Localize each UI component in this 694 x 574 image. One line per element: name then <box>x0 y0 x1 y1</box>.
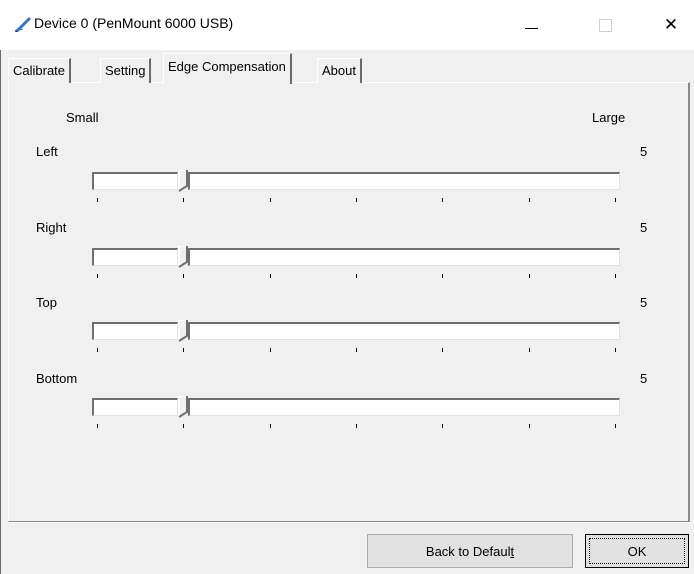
slider-right-label: Right <box>36 220 67 235</box>
slider-track-right <box>188 322 620 340</box>
slider-tick <box>356 198 357 202</box>
minimize-button[interactable] <box>508 0 554 50</box>
slider-track-right <box>188 248 620 266</box>
slider-tick <box>442 274 443 278</box>
slider-tick <box>442 348 443 352</box>
slider-tick <box>356 348 357 352</box>
slider-track-left <box>92 248 178 266</box>
slider-left-label: Left <box>36 144 58 159</box>
slider-top-label: Top <box>36 295 57 310</box>
slider-tick <box>97 198 98 202</box>
slider-bottom-label: Bottom <box>36 371 78 386</box>
slider-thumb[interactable] <box>178 170 188 192</box>
slider-left-value: 5 <box>640 144 648 159</box>
close-icon: ✕ <box>663 15 679 34</box>
slider-tick <box>529 348 530 352</box>
slider-tick <box>529 274 530 278</box>
pen-icon <box>14 17 31 32</box>
tab-setting[interactable]: Setting <box>100 58 152 83</box>
slider-tick <box>615 274 616 278</box>
slider-tick <box>529 198 530 202</box>
scale-small-label: Small <box>66 110 99 125</box>
scale-large-label: Large <box>592 110 626 125</box>
slider-tick <box>270 424 271 428</box>
window-title: Device 0 (PenMount 6000 USB) <box>34 15 234 31</box>
slider-bottom[interactable] <box>92 396 620 448</box>
slider-track-left <box>92 322 178 340</box>
focus-rect <box>589 538 685 564</box>
slider-tick <box>442 198 443 202</box>
slider-tick <box>97 348 98 352</box>
tab-calibrate[interactable]: Calibrate <box>8 58 72 83</box>
minimize-icon <box>524 27 538 29</box>
slider-right-value: 5 <box>640 220 648 235</box>
slider-top[interactable] <box>92 320 620 372</box>
slider-tick <box>270 348 271 352</box>
slider-track-left <box>92 172 178 190</box>
slider-thumb[interactable] <box>178 246 188 268</box>
slider-tick <box>442 424 443 428</box>
slider-tick <box>183 348 184 352</box>
slider-tick <box>183 198 184 202</box>
slider-tick <box>97 424 98 428</box>
window-border <box>0 50 1 574</box>
slider-track-right <box>188 398 620 416</box>
maximize-icon <box>598 18 612 32</box>
slider-tick <box>615 424 616 428</box>
tab-about[interactable]: About <box>317 58 362 83</box>
slider-top-value: 5 <box>640 295 648 310</box>
panel-divider <box>8 522 690 523</box>
slider-tick <box>270 198 271 202</box>
slider-tick <box>270 274 271 278</box>
maximize-button[interactable] <box>582 0 628 50</box>
slider-tick <box>97 274 98 278</box>
slider-right[interactable] <box>92 246 620 298</box>
slider-thumb[interactable] <box>178 396 188 418</box>
slider-track-right <box>188 172 620 190</box>
slider-tick <box>183 424 184 428</box>
close-button[interactable]: ✕ <box>648 0 694 50</box>
slider-tick <box>529 424 530 428</box>
slider-tick <box>615 348 616 352</box>
ok-button[interactable]: OK <box>585 534 689 568</box>
slider-thumb[interactable] <box>178 320 188 342</box>
tab-panel-edge-compensation <box>8 82 690 522</box>
slider-tick <box>615 198 616 202</box>
tab-edge-compensation[interactable]: Edge Compensation <box>163 53 292 84</box>
back-to-default-mnemonic: t <box>510 543 515 559</box>
slider-tick <box>356 274 357 278</box>
back-to-default-label: Back to Default <box>426 544 514 559</box>
slider-tick <box>183 274 184 278</box>
back-to-default-text: Back to Defaul <box>425 543 511 559</box>
slider-tick <box>356 424 357 428</box>
slider-bottom-value: 5 <box>640 371 648 386</box>
title-bar: Device 0 (PenMount 6000 USB) ✕ <box>0 0 694 50</box>
slider-track-left <box>92 398 178 416</box>
slider-left[interactable] <box>92 170 620 222</box>
back-to-default-button[interactable]: Back to Default <box>367 534 573 568</box>
